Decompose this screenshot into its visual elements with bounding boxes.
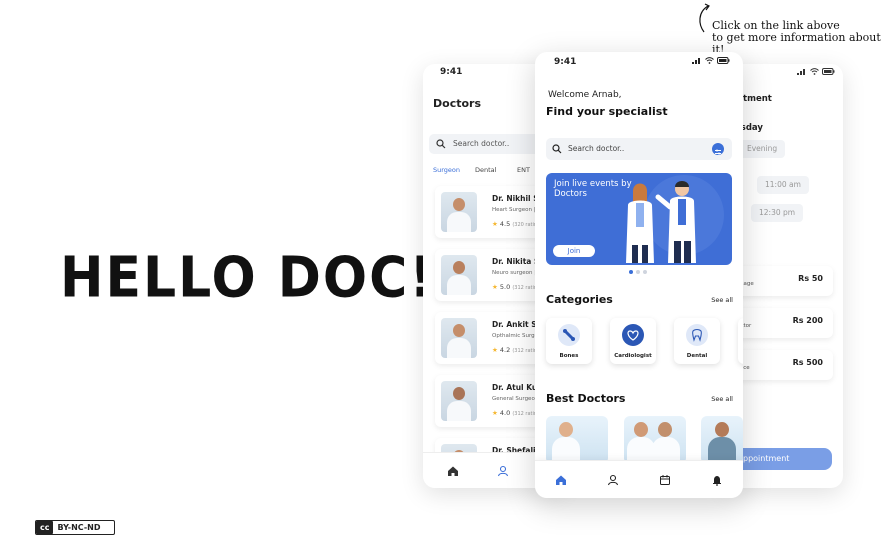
signal-icon <box>797 69 805 75</box>
best-doctor-card[interactable] <box>701 416 743 464</box>
category-label: Bones <box>559 353 579 359</box>
search-input[interactable]: Search doctor.. <box>546 138 732 160</box>
doctor-specialty: Heart Surgeon | N <box>492 207 542 213</box>
page-title: Doctors <box>433 97 481 110</box>
battery-icon <box>822 68 835 75</box>
category-card-dental[interactable]: Dental <box>674 318 720 364</box>
best-doctor-card[interactable] <box>624 416 686 464</box>
license-badge: cc BY-NC-ND <box>35 520 115 535</box>
doctor-specialty: Opthalmic Surge <box>492 333 539 339</box>
tooth-icon <box>686 324 708 346</box>
bottom-nav <box>535 460 743 498</box>
search-icon <box>552 144 562 154</box>
battery-icon <box>717 57 730 64</box>
home-icon[interactable] <box>445 463 461 479</box>
best-doctors-title: Best Doctors <box>546 392 626 405</box>
doctor-specialty: General Surgeon <box>492 396 539 402</box>
cc-logo: cc <box>36 521 54 534</box>
status-time: 9:41 <box>554 57 577 67</box>
doctor-specialty: Neuro surgeon | <box>492 270 537 276</box>
search-icon <box>436 139 446 149</box>
license-label: BY-NC-ND <box>57 523 101 532</box>
join-button[interactable]: Join <box>553 245 595 257</box>
categories-see-all-link[interactable]: See all <box>711 296 733 304</box>
bell-icon[interactable] <box>709 472 725 488</box>
status-icons <box>797 68 835 75</box>
categories-title: Categories <box>546 293 613 306</box>
option-price: Rs 200 <box>792 316 823 325</box>
carousel-dot-active[interactable] <box>629 270 633 274</box>
best-doctors-see-all-link[interactable]: See all <box>711 395 733 403</box>
info-note: Click on the link above to get more info… <box>712 20 895 56</box>
home-icon[interactable] <box>553 472 569 488</box>
wifi-icon <box>810 68 819 75</box>
heart-icon <box>622 324 644 346</box>
status-icons <box>692 57 730 64</box>
star-icon: ★ <box>492 283 498 291</box>
doctor-rating: ★ 4.0 (312 ratin <box>492 409 538 417</box>
slot-evening[interactable]: Evening <box>739 140 786 158</box>
poster-canvas: HELLO DOC! Click on the link above to ge… <box>0 0 895 552</box>
live-events-banner[interactable]: Join live events by Doctors Join <box>546 173 732 265</box>
filter-icon[interactable] <box>712 143 724 155</box>
status-time: 9:41 <box>440 67 463 77</box>
doctor-photo <box>441 318 477 358</box>
best-doctor-card[interactable] <box>546 416 608 464</box>
welcome-text: Welcome Arnab, <box>548 90 622 100</box>
category-label: Cardiologist <box>614 353 652 359</box>
doctor-photo <box>441 255 477 295</box>
doctor-photo <box>441 192 477 232</box>
category-label: Dental <box>686 353 708 359</box>
doctor-rating: ★ 4.5 (320 ratin <box>492 220 538 228</box>
info-note-line2: to get more information about it! <box>712 31 881 56</box>
doctor-rating: ★ 5.0 (312 ratin <box>492 283 538 291</box>
carousel-dots[interactable] <box>629 270 647 274</box>
carousel-dot[interactable] <box>636 270 640 274</box>
option-price: Rs 500 <box>792 358 823 367</box>
wifi-icon <box>705 57 714 64</box>
home-phone: 9:41 Welcome Arnab, Find your specialist… <box>535 52 743 498</box>
carousel-dot[interactable] <box>643 270 647 274</box>
doctor-photo <box>441 381 477 421</box>
star-icon: ★ <box>492 346 498 354</box>
doctor-rating: ★ 4.2 (312 ratin <box>492 346 538 354</box>
category-card-bones[interactable]: Bones <box>546 318 592 364</box>
profile-icon[interactable] <box>495 463 511 479</box>
option-price: Rs 50 <box>798 274 823 283</box>
poster-title: HELLO DOC! <box>60 245 436 311</box>
bone-icon <box>558 324 580 346</box>
slot-1230[interactable]: 12:30 pm <box>751 204 804 222</box>
search-placeholder: Search doctor.. <box>568 144 625 153</box>
tab-ent[interactable]: ENT <box>517 166 530 174</box>
tab-dental[interactable]: Dental <box>475 166 496 174</box>
signal-icon <box>692 58 700 64</box>
star-icon: ★ <box>492 220 498 228</box>
slot-1100[interactable]: 11:00 am <box>757 176 809 194</box>
tab-surgeon[interactable]: Surgeon <box>433 166 460 174</box>
category-card-cardiologist[interactable]: Cardiologist <box>610 318 656 364</box>
star-icon: ★ <box>492 409 498 417</box>
search-placeholder: Search doctor.. <box>453 139 510 148</box>
doctors-illustration <box>626 175 724 263</box>
profile-icon[interactable] <box>605 472 621 488</box>
calendar-icon[interactable] <box>657 472 673 488</box>
page-title: Find your specialist <box>546 105 668 118</box>
category-card-partial[interactable] <box>738 318 743 364</box>
